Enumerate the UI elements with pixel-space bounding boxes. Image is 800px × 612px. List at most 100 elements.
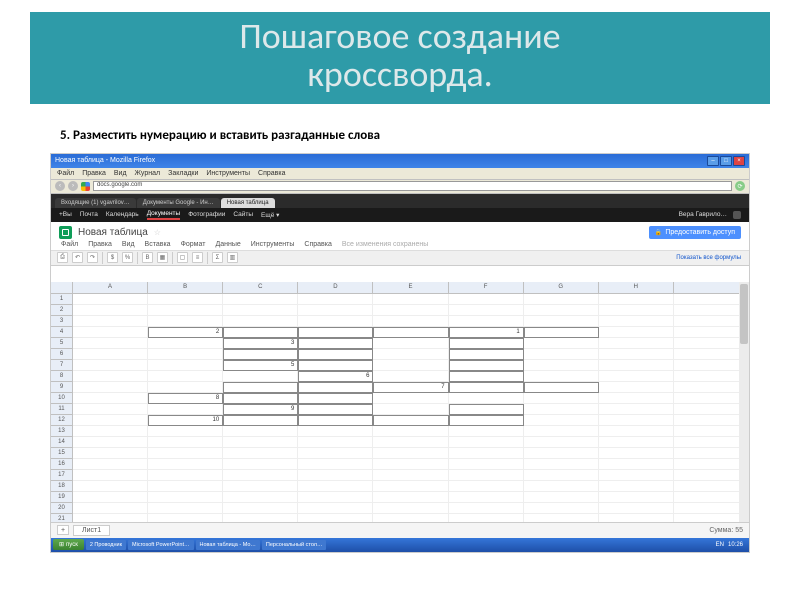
- row-header[interactable]: 4: [51, 327, 73, 338]
- functions-button[interactable]: Σ: [212, 252, 223, 263]
- cell[interactable]: [449, 360, 524, 371]
- system-tray[interactable]: EN 10:26: [712, 542, 747, 548]
- cell[interactable]: [298, 316, 373, 327]
- taskbar-app[interactable]: Новая таблица - Mo…: [196, 540, 260, 550]
- cell[interactable]: [599, 437, 674, 448]
- chart-button[interactable]: ▥: [227, 252, 238, 263]
- cell[interactable]: 7: [373, 382, 448, 393]
- col-header[interactable]: F: [449, 282, 524, 293]
- bold-button[interactable]: B: [142, 252, 153, 263]
- cell[interactable]: [373, 459, 448, 470]
- cell[interactable]: [298, 514, 373, 522]
- cell[interactable]: [524, 404, 599, 415]
- cell[interactable]: [524, 360, 599, 371]
- cell[interactable]: [223, 349, 298, 360]
- cell[interactable]: [599, 327, 674, 338]
- cell[interactable]: [674, 305, 749, 316]
- cell[interactable]: [524, 393, 599, 404]
- cell[interactable]: [674, 481, 749, 492]
- cell[interactable]: [373, 404, 448, 415]
- cell[interactable]: [599, 470, 674, 481]
- cell[interactable]: [223, 481, 298, 492]
- cell[interactable]: [599, 492, 674, 503]
- cell[interactable]: [223, 459, 298, 470]
- cell[interactable]: [73, 349, 148, 360]
- cell[interactable]: [449, 415, 524, 426]
- cell[interactable]: [298, 404, 373, 415]
- docs-menu-item[interactable]: Данные: [215, 241, 240, 248]
- cell[interactable]: [298, 448, 373, 459]
- cell[interactable]: [73, 338, 148, 349]
- cell[interactable]: [524, 448, 599, 459]
- cell[interactable]: [223, 437, 298, 448]
- cell[interactable]: [449, 503, 524, 514]
- menu-item[interactable]: Правка: [82, 170, 106, 177]
- cell[interactable]: [73, 492, 148, 503]
- cell[interactable]: [223, 305, 298, 316]
- cell[interactable]: [73, 316, 148, 327]
- cell[interactable]: [674, 426, 749, 437]
- align-button[interactable]: ≡: [192, 252, 203, 263]
- redo-button[interactable]: ↷: [87, 252, 98, 263]
- cell[interactable]: [298, 492, 373, 503]
- cell[interactable]: [599, 481, 674, 492]
- gbar-item[interactable]: Сайты: [233, 211, 253, 218]
- col-header[interactable]: D: [298, 282, 373, 293]
- menu-item[interactable]: Инструменты: [206, 170, 250, 177]
- docs-menu-item[interactable]: Формат: [181, 241, 206, 248]
- cell[interactable]: [373, 448, 448, 459]
- row-header[interactable]: 2: [51, 305, 73, 316]
- show-formulas-link[interactable]: Показать все формулы: [676, 255, 741, 261]
- cell[interactable]: [373, 294, 448, 305]
- col-header[interactable]: H: [599, 282, 674, 293]
- cell[interactable]: [298, 305, 373, 316]
- cell[interactable]: [449, 338, 524, 349]
- row-header[interactable]: 11: [51, 404, 73, 415]
- cell[interactable]: [73, 459, 148, 470]
- gbar-user[interactable]: Вера Гаврило…: [679, 211, 727, 218]
- cell[interactable]: [674, 349, 749, 360]
- cell[interactable]: [599, 349, 674, 360]
- cell[interactable]: [223, 371, 298, 382]
- cell[interactable]: [524, 437, 599, 448]
- cell[interactable]: [73, 393, 148, 404]
- menu-item[interactable]: Журнал: [135, 170, 161, 177]
- cell[interactable]: [298, 382, 373, 393]
- cell[interactable]: [674, 470, 749, 481]
- cell[interactable]: [449, 294, 524, 305]
- cell[interactable]: [674, 294, 749, 305]
- cell[interactable]: [73, 404, 148, 415]
- cell[interactable]: [298, 338, 373, 349]
- cell[interactable]: [148, 349, 223, 360]
- cell[interactable]: [148, 492, 223, 503]
- currency-button[interactable]: $: [107, 252, 118, 263]
- cell[interactable]: [674, 437, 749, 448]
- scrollbar-thumb[interactable]: [740, 284, 748, 344]
- cell[interactable]: [599, 426, 674, 437]
- cell[interactable]: [674, 404, 749, 415]
- gear-icon[interactable]: [733, 211, 741, 219]
- cell[interactable]: [524, 426, 599, 437]
- cell[interactable]: [148, 338, 223, 349]
- cell[interactable]: [373, 503, 448, 514]
- cell[interactable]: 3: [223, 338, 298, 349]
- cell[interactable]: [599, 448, 674, 459]
- cell[interactable]: [599, 393, 674, 404]
- cell[interactable]: [298, 459, 373, 470]
- cell[interactable]: [599, 316, 674, 327]
- cell[interactable]: [148, 426, 223, 437]
- row-header[interactable]: 6: [51, 349, 73, 360]
- cell[interactable]: [73, 294, 148, 305]
- cell[interactable]: [449, 426, 524, 437]
- maximize-button[interactable]: □: [720, 156, 732, 166]
- cell[interactable]: [524, 316, 599, 327]
- cell[interactable]: [373, 360, 448, 371]
- cell[interactable]: [524, 514, 599, 522]
- row-header[interactable]: 18: [51, 481, 73, 492]
- cell[interactable]: [373, 492, 448, 503]
- cell[interactable]: 9: [223, 404, 298, 415]
- cell[interactable]: [674, 338, 749, 349]
- cell[interactable]: [373, 393, 448, 404]
- cell[interactable]: [73, 437, 148, 448]
- cell[interactable]: [449, 349, 524, 360]
